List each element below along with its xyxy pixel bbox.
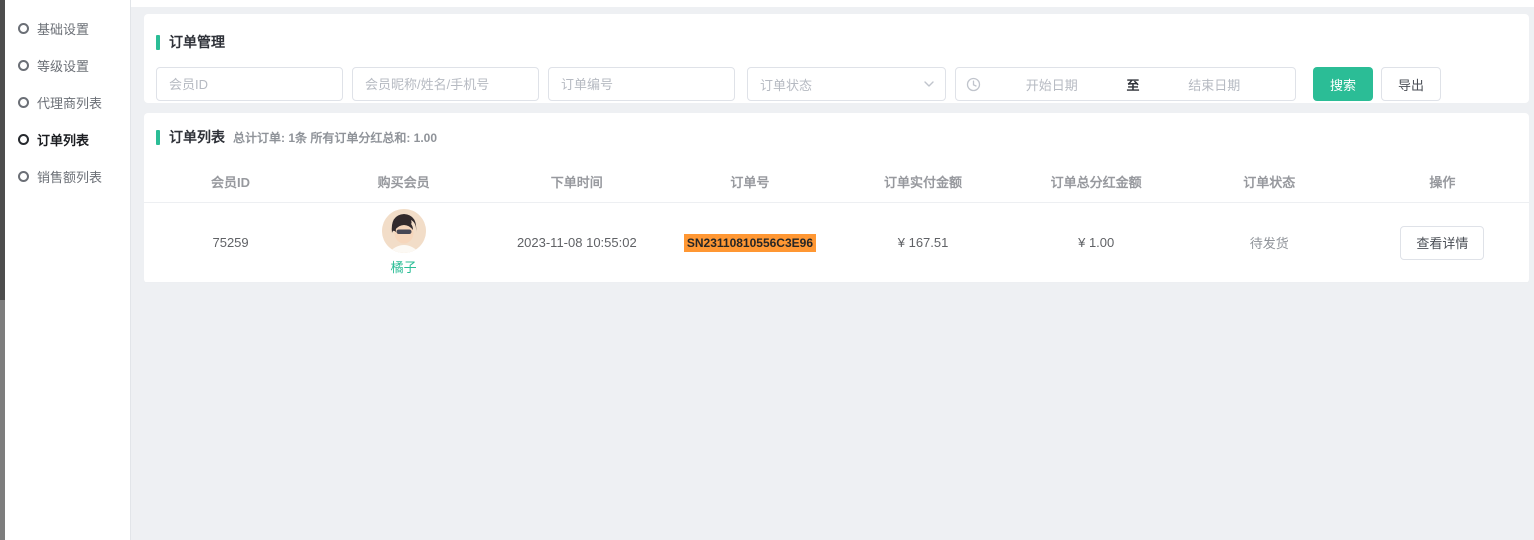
main-content: 订单管理 订单状态 开始日期 至 [131,0,1534,540]
green-marker-bar [156,35,160,50]
sidebar: 基础设置 等级设置 代理商列表 订单列表 销售额列表 [5,0,131,540]
sidebar-item-label: 订单列表 [37,130,89,149]
col-header-member-id: 会员ID [144,172,317,191]
date-separator: 至 [1123,75,1144,94]
buyer-cell: 橘子 [317,209,490,276]
app-window: 基础设置 等级设置 代理商列表 订单列表 销售额列表 订单管理 [0,0,1534,540]
order-status-select[interactable]: 订单状态 [747,67,946,101]
table-header-row: 会员ID 购买会员 下单时间 订单号 订单实付金额 订单总分红金额 订单状态 操… [144,161,1529,203]
order-summary: 总计订单: 1条 所有订单分红总和: 1.00 [233,129,437,146]
order-filter-panel: 订单管理 订单状态 开始日期 至 [144,14,1529,103]
avatar-image [382,209,426,253]
clock-icon [966,77,981,92]
avatar[interactable] [382,209,426,253]
cell-order-time: 2023-11-08 10:55:02 [490,235,663,250]
search-button[interactable]: 搜索 [1313,67,1373,101]
table-row: 75259 橘子 [144,203,1529,283]
col-header-action: 操作 [1356,172,1529,191]
radio-circle-icon [18,171,29,182]
col-header-buyer: 购买会员 [317,172,490,191]
buyer-name[interactable]: 橘子 [391,257,417,276]
sidebar-item-sales-list[interactable]: 销售额列表 [5,158,130,195]
cell-action: 查看详情 [1356,226,1529,260]
date-range-picker[interactable]: 开始日期 至 结束日期 [955,67,1296,101]
member-id-input[interactable] [156,67,343,101]
sidebar-item-order-list[interactable]: 订单列表 [5,121,130,158]
cell-member-id: 75259 [144,235,317,250]
sidebar-item-label: 销售额列表 [37,167,102,186]
filter-row: 订单状态 开始日期 至 结束日期 搜索 导出 [156,67,1529,101]
sidebar-item-agent-list[interactable]: 代理商列表 [5,84,130,121]
cell-order-no: SN23110810556C3E96 [663,235,836,250]
order-list-panel: 订单列表 总计订单: 1条 所有订单分红总和: 1.00 会员ID 购买会员 下… [144,113,1529,283]
member-info-input[interactable] [352,67,539,101]
col-header-status: 订单状态 [1183,172,1356,191]
sidebar-item-label: 代理商列表 [37,93,102,112]
radio-circle-icon [18,60,29,71]
col-header-dividend-amount: 订单总分红金额 [1010,172,1183,191]
cell-dividend-amount: ¥ 1.00 [1010,235,1183,250]
filter-section-title: 订单管理 [156,32,1529,52]
chevron-down-icon [923,78,935,90]
list-section-title: 订单列表 总计订单: 1条 所有订单分红总和: 1.00 [144,127,1529,147]
col-header-paid-amount: 订单实付金额 [837,172,1010,191]
export-button[interactable]: 导出 [1381,67,1441,101]
end-date-placeholder[interactable]: 结束日期 [1144,75,1286,94]
col-header-order-time: 下单时间 [490,172,663,191]
start-date-placeholder[interactable]: 开始日期 [981,75,1123,94]
sidebar-item-label: 基础设置 [37,19,89,38]
order-no-input[interactable] [548,67,735,101]
panel-title: 订单管理 [169,32,225,52]
top-white-strip [131,0,1534,7]
sidebar-item-level-settings[interactable]: 等级设置 [5,47,130,84]
radio-circle-icon [18,134,29,145]
cell-buyer: 橘子 [317,209,490,276]
radio-circle-icon [18,97,29,108]
view-detail-button[interactable]: 查看详情 [1400,226,1484,260]
radio-circle-icon [18,23,29,34]
left-scrollbar[interactable] [0,0,5,540]
sidebar-item-label: 等级设置 [37,56,89,75]
green-marker-bar [156,130,160,145]
sidebar-item-basic-settings[interactable]: 基础设置 [5,10,130,47]
order-no-highlighted: SN23110810556C3E96 [684,234,816,252]
panel-title: 订单列表 [169,127,225,147]
cell-status: 待发货 [1183,233,1356,252]
scrollbar-thumb[interactable] [0,0,5,300]
cell-paid-amount: ¥ 167.51 [837,235,1010,250]
col-header-order-no: 订单号 [663,172,836,191]
select-placeholder: 订单状态 [760,75,812,94]
